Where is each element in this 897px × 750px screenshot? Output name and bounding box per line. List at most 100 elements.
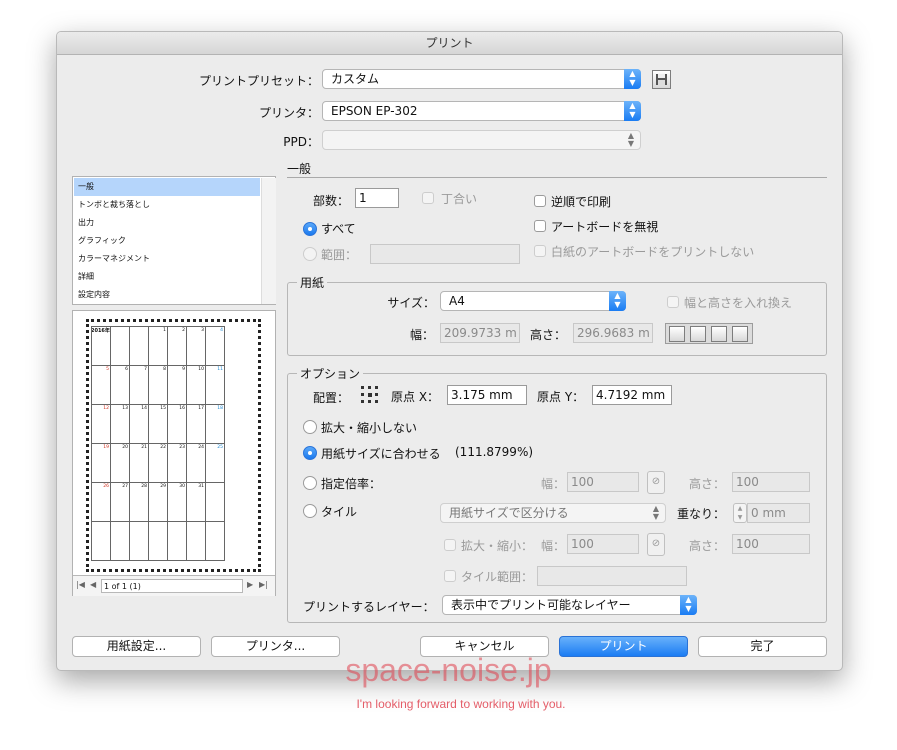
sidebar-item-marks-bleed[interactable]: トンボと裁ち落とし xyxy=(74,196,260,214)
reverse-order-label: 逆順で印刷 xyxy=(551,195,612,209)
paper-height-label: 高さ： xyxy=(530,328,567,342)
calendar-day: 4 xyxy=(205,326,225,366)
paper-height-input[interactable]: 296.9683 m xyxy=(573,323,653,343)
watermark-tagline: I'm looking forward to working with you. xyxy=(356,697,566,711)
calendar-day: 1 xyxy=(148,326,168,366)
tile-link-proportions-icon[interactable]: ⊘ xyxy=(647,533,665,556)
printer-value: EPSON EP-302 xyxy=(331,104,418,118)
origin-x-label: 原点 X： xyxy=(391,390,440,404)
paper-width-input[interactable]: 209.9733 m xyxy=(440,323,520,343)
link-proportions-icon[interactable]: ⊘ xyxy=(647,471,665,494)
chevron-updown-icon: ▲ ▼ xyxy=(609,291,626,311)
tile-radio[interactable] xyxy=(303,504,317,518)
fit-to-page-radio[interactable] xyxy=(303,446,317,460)
skip-blank-label: 白紙のアートボードをプリントしない xyxy=(551,245,755,259)
custom-scale-radio[interactable] xyxy=(303,476,317,490)
calendar-day: 5 xyxy=(91,365,111,405)
save-icon xyxy=(656,74,667,85)
calendar-day: 10 xyxy=(186,365,206,405)
calendar-day: 6 xyxy=(110,365,130,405)
calendar-day: 31 xyxy=(186,482,206,522)
range-input[interactable] xyxy=(370,244,520,264)
all-radio[interactable] xyxy=(303,222,317,236)
flipped-landscape-orientation-icon[interactable] xyxy=(732,326,748,342)
calendar-day: 13 xyxy=(110,404,130,444)
ppd-select[interactable]: ▲ ▼ xyxy=(322,130,641,150)
prev-page-icon[interactable]: ◀ xyxy=(90,580,96,589)
calendar-day xyxy=(129,521,149,561)
calendar-week xyxy=(91,521,225,561)
swap-wh-checkbox[interactable] xyxy=(667,296,679,308)
portrait-orientation-icon[interactable] xyxy=(669,326,685,342)
calendar-day: 26 xyxy=(91,482,111,522)
save-preset-button[interactable] xyxy=(652,70,671,89)
ignore-artboards-checkbox[interactable] xyxy=(534,220,546,232)
page-indicator[interactable]: 1 of 1 (1) xyxy=(101,579,243,593)
first-page-icon[interactable]: |◀ xyxy=(76,580,85,589)
category-list: 一般 トンボと裁ち落とし 出力 グラフィック カラーマネジメント 詳細 設定内容 xyxy=(72,176,276,305)
sidebar-item-graphics[interactable]: グラフィック xyxy=(74,232,260,250)
calendar-day: 24 xyxy=(186,443,206,483)
chevron-updown-icon: ▲ ▼ xyxy=(624,69,641,89)
printer-label: プリンタ： xyxy=(258,106,319,120)
origin-y-input[interactable]: 4.7192 mm xyxy=(592,385,672,405)
layers-select[interactable]: 表示中でプリント可能なレイヤー ▲ ▼ xyxy=(442,595,697,615)
sidebar-item-general[interactable]: 一般 xyxy=(74,178,260,196)
scale-height-input[interactable]: 100 xyxy=(732,472,810,492)
paper-size-select[interactable]: A4 ▲ ▼ xyxy=(440,291,626,311)
tile-range-checkbox[interactable] xyxy=(444,570,456,582)
landscape-orientation-icon[interactable] xyxy=(690,326,706,342)
collate-checkbox[interactable] xyxy=(422,192,434,204)
custom-scale-label: 指定倍率： xyxy=(321,477,382,491)
overlap-input[interactable]: 0 mm xyxy=(747,503,810,523)
overlap-stepper[interactable]: ▲ ▼ xyxy=(733,503,747,523)
calendar-day xyxy=(186,521,206,561)
calendar-day: 9 xyxy=(167,365,187,405)
preset-select[interactable]: カスタム ▲ ▼ xyxy=(322,69,641,89)
calendar-day: 23 xyxy=(167,443,187,483)
general-title: 一般 xyxy=(287,162,312,176)
origin-x-input[interactable]: 3.175 mm xyxy=(447,385,527,405)
flipped-portrait-orientation-icon[interactable] xyxy=(711,326,727,342)
skip-blank-checkbox[interactable] xyxy=(534,245,546,257)
watermark-site: space-noise.jp xyxy=(345,652,552,688)
preset-value: カスタム xyxy=(331,72,380,86)
reference-point-icon xyxy=(361,386,378,403)
general-divider xyxy=(287,177,827,178)
calendar-day xyxy=(129,326,149,366)
sidebar-item-color-management[interactable]: カラーマネジメント xyxy=(74,250,260,268)
range-radio[interactable] xyxy=(303,247,317,261)
tile-mode-select[interactable]: 用紙サイズで区分ける ▲ ▼ xyxy=(440,503,666,523)
chevron-updown-icon: ▲ ▼ xyxy=(627,131,635,148)
print-preview[interactable]: 2016年 1 2 3 4 5 6 7 8 9 10 11 12 13 14 15 16 17 18 19 20 21 2… xyxy=(72,310,276,596)
calendar-day: 8 xyxy=(148,365,168,405)
orientation-group xyxy=(665,323,753,344)
next-page-icon[interactable]: ▶ xyxy=(247,580,253,589)
copies-input[interactable]: 1 xyxy=(355,188,399,208)
calendar-day: 19 xyxy=(91,443,111,483)
all-label: すべて xyxy=(321,222,356,236)
sidebar-item-summary[interactable]: 設定内容 xyxy=(74,286,260,304)
calendar-day xyxy=(91,326,111,366)
scale-width-input[interactable]: 100 xyxy=(567,472,639,492)
calendar-day: 2 xyxy=(167,326,187,366)
printer-select[interactable]: EPSON EP-302 ▲ ▼ xyxy=(322,101,641,121)
tile-range-input[interactable] xyxy=(537,566,687,586)
tile-height-input[interactable]: 100 xyxy=(732,534,810,554)
tile-width-input[interactable]: 100 xyxy=(567,534,639,554)
list-scrollbar[interactable] xyxy=(261,178,276,304)
swap-wh-label: 幅と高さを入れ換え xyxy=(684,296,793,310)
no-scale-radio[interactable] xyxy=(303,420,317,434)
preview-navigation: |◀ ◀ 1 of 1 (1) ▶ ▶| xyxy=(73,575,275,596)
tile-scale-checkbox[interactable] xyxy=(444,539,456,551)
sidebar-item-advanced[interactable]: 詳細 xyxy=(74,268,260,286)
paper-size-label: サイズ： xyxy=(387,296,435,310)
reverse-order-checkbox[interactable] xyxy=(534,195,546,207)
placement-reference-icon[interactable] xyxy=(361,386,379,404)
calendar-week: 19 20 21 22 23 24 25 xyxy=(91,443,225,483)
last-page-icon[interactable]: ▶| xyxy=(259,580,268,589)
chevron-updown-icon: ▲ ▼ xyxy=(652,504,660,521)
ignore-artboards-label: アートボードを無視 xyxy=(551,220,659,234)
sidebar-item-output[interactable]: 出力 xyxy=(74,214,260,232)
chevron-updown-icon: ▲ ▼ xyxy=(680,595,697,615)
